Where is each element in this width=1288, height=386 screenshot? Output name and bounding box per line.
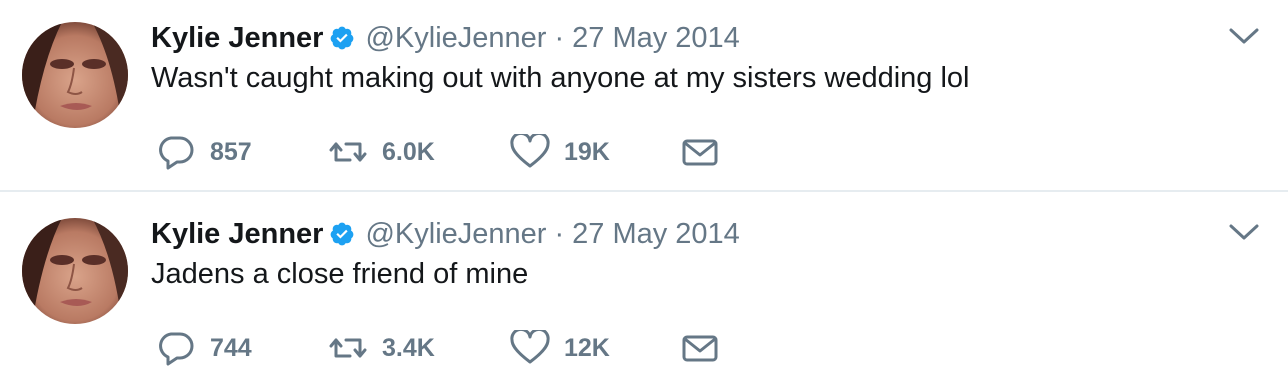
separator-dot: · — [554, 217, 565, 250]
reply-count: 857 — [210, 137, 252, 166]
retweet-button[interactable]: 3.4K — [328, 330, 510, 366]
retweet-button[interactable]: 6.0K — [328, 134, 510, 170]
verified-badge-icon — [329, 25, 355, 51]
reply-icon — [156, 330, 196, 366]
reply-button[interactable]: 744 — [156, 330, 328, 366]
tweet-header: Kylie Jenner @KylieJenner · 27 May 2014 — [151, 18, 740, 58]
verified-badge-icon — [329, 221, 355, 247]
reply-count: 744 — [210, 333, 252, 362]
author-handle[interactable]: @KylieJenner — [365, 218, 546, 251]
like-button[interactable]: 12K — [510, 327, 680, 366]
tweet-date[interactable]: 27 May 2014 — [572, 22, 740, 55]
envelope-icon — [680, 134, 720, 170]
like-button[interactable]: 19K — [510, 131, 680, 170]
avatar[interactable] — [22, 218, 128, 324]
chevron-down-icon[interactable] — [1228, 222, 1260, 242]
tweet-header: Kylie Jenner @KylieJenner · 27 May 2014 — [151, 214, 740, 254]
reply-icon — [156, 134, 196, 170]
reply-button[interactable]: 857 — [156, 134, 328, 170]
chevron-down-icon[interactable] — [1228, 26, 1260, 46]
direct-message-button[interactable] — [680, 330, 730, 366]
tweet-text: Wasn't caught making out with anyone at … — [151, 62, 970, 94]
retweet-icon — [328, 330, 368, 366]
heart-icon — [510, 327, 550, 366]
heart-icon — [510, 131, 550, 170]
avatar[interactable] — [22, 22, 128, 128]
separator-dot: · — [554, 21, 565, 54]
like-count: 19K — [564, 137, 610, 166]
author-name[interactable]: Kylie Jenner — [151, 22, 323, 55]
tweet[interactable]: Kylie Jenner @KylieJenner · 27 May 2014 … — [0, 0, 1288, 192]
retweet-count: 3.4K — [382, 333, 435, 362]
author-handle[interactable]: @KylieJenner — [365, 22, 546, 55]
author-name[interactable]: Kylie Jenner — [151, 218, 323, 251]
retweet-icon — [328, 134, 368, 170]
tweet-divider — [0, 190, 1288, 192]
retweet-count: 6.0K — [382, 137, 435, 166]
tweet-actions: 857 6.0K 19K — [156, 131, 730, 172]
tweet[interactable]: Kylie Jenner @KylieJenner · 27 May 2014 … — [0, 196, 1288, 386]
tweet-actions: 744 3.4K 12K — [156, 327, 730, 368]
like-count: 12K — [564, 333, 610, 362]
direct-message-button[interactable] — [680, 134, 730, 170]
envelope-icon — [680, 330, 720, 366]
tweet-date[interactable]: 27 May 2014 — [572, 218, 740, 251]
tweet-text: Jadens a close friend of mine — [151, 258, 529, 290]
